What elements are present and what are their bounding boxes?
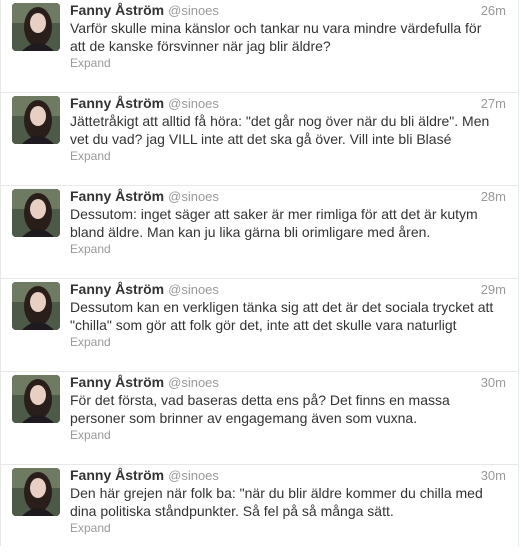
tweet-timestamp[interactable]: 26m [481, 3, 506, 18]
avatar[interactable] [12, 282, 60, 330]
expand-link[interactable]: Expand [70, 56, 111, 70]
author-handle[interactable]: @sinoes [168, 189, 219, 204]
avatar[interactable] [12, 3, 60, 51]
tweet-timestamp[interactable]: 29m [481, 282, 506, 297]
author-display-name[interactable]: Fanny Åström [70, 2, 164, 18]
avatar[interactable] [12, 375, 60, 423]
avatar[interactable] [12, 189, 60, 237]
expand-link[interactable]: Expand [70, 521, 111, 535]
avatar[interactable] [12, 468, 60, 516]
expand-link[interactable]: Expand [70, 242, 111, 256]
author-name[interactable]: Fanny Åström @sinoes [70, 95, 219, 111]
author-name[interactable]: Fanny Åström @sinoes [70, 188, 219, 204]
tweet-timestamp[interactable]: 30m [481, 375, 506, 390]
tweet-text: Den här grejen när folk ba: "när du blir… [70, 485, 483, 519]
author-display-name[interactable]: Fanny Åström [70, 374, 164, 390]
author-name[interactable]: Fanny Åström @sinoes [70, 374, 219, 390]
tweet-item[interactable]: Fanny Åström @sinoes 29m Dessutom kan en … [1, 279, 518, 372]
author-handle[interactable]: @sinoes [168, 3, 219, 18]
author-handle[interactable]: @sinoes [168, 375, 219, 390]
author-name[interactable]: Fanny Åström @sinoes [70, 467, 219, 483]
tweet-item[interactable]: Fanny Åström @sinoes 30m För det första, … [1, 372, 518, 465]
author-handle[interactable]: @sinoes [168, 96, 219, 111]
tweet-timestamp[interactable]: 28m [481, 189, 506, 204]
tweet-text: För det första, vad baseras detta ens på… [70, 392, 450, 426]
tweet-timeline: Fanny Åström @sinoes 26m Varför skulle mi… [0, 0, 519, 546]
author-display-name[interactable]: Fanny Åström [70, 95, 164, 111]
author-handle[interactable]: @sinoes [168, 468, 219, 483]
tweet-item[interactable]: Fanny Åström @sinoes 27m Jättetråkigt att… [1, 93, 518, 186]
tweet-item[interactable]: Fanny Åström @sinoes 26m Varför skulle mi… [1, 0, 518, 93]
tweet-text: Dessutom kan en verkligen tänka sig att … [70, 299, 494, 333]
author-name[interactable]: Fanny Åström @sinoes [70, 2, 219, 18]
tweet-text: Dessutom: inget säger att saker är mer r… [70, 206, 478, 240]
tweet-item[interactable]: Fanny Åström @sinoes 28m Dessutom: inget … [1, 186, 518, 279]
tweet-text: Varför skulle mina känslor och tankar nu… [70, 20, 482, 54]
tweet-text: Jättetråkigt att alltid få höra: "det gå… [70, 113, 490, 147]
author-display-name[interactable]: Fanny Åström [70, 467, 164, 483]
tweet-item[interactable]: Fanny Åström @sinoes 30m Den här grejen n… [1, 465, 518, 558]
author-display-name[interactable]: Fanny Åström [70, 188, 164, 204]
author-display-name[interactable]: Fanny Åström [70, 281, 164, 297]
tweet-timestamp[interactable]: 27m [481, 96, 506, 111]
tweet-timestamp[interactable]: 30m [481, 468, 506, 483]
expand-link[interactable]: Expand [70, 149, 111, 163]
expand-link[interactable]: Expand [70, 335, 111, 349]
author-name[interactable]: Fanny Åström @sinoes [70, 281, 219, 297]
avatar[interactable] [12, 96, 60, 144]
author-handle[interactable]: @sinoes [168, 282, 219, 297]
expand-link[interactable]: Expand [70, 428, 111, 442]
